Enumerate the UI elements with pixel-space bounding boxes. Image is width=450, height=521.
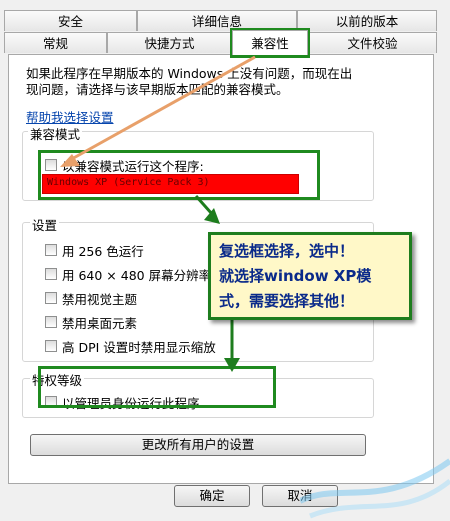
arrow-compat-to-note-head bbox=[204, 208, 220, 224]
arrow-compat-to-note-line bbox=[194, 195, 214, 215]
arrow-tab-to-compat-line bbox=[69, 55, 256, 162]
arrow-note-to-privilege-head bbox=[224, 358, 240, 372]
annotation-callout: 复选框选择，选中！ 就选择window XP模 式，需要选择其他！ bbox=[208, 232, 412, 320]
